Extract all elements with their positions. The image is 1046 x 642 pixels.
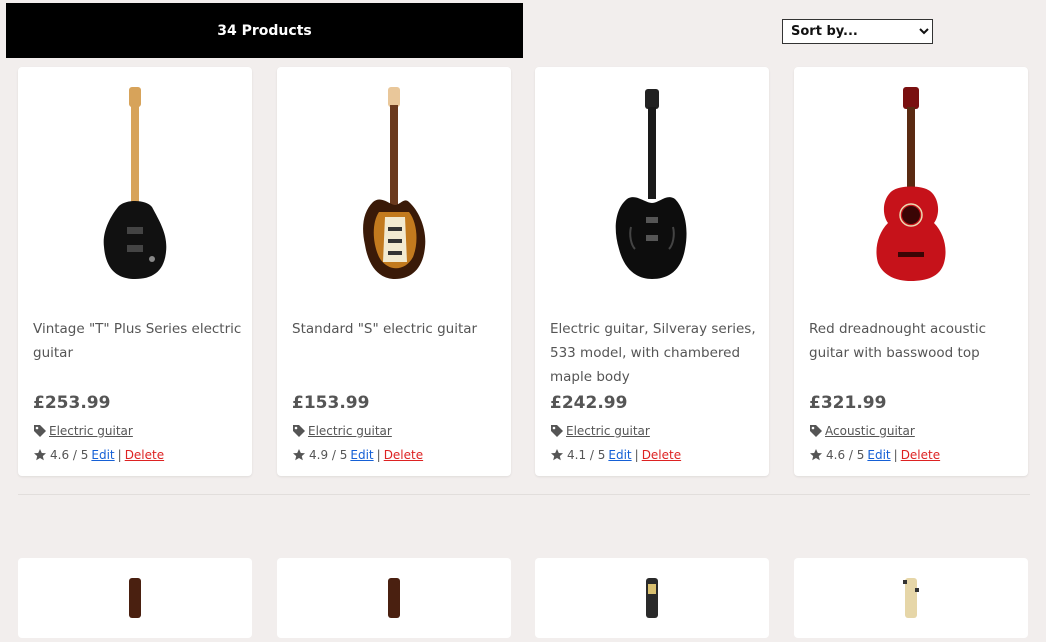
product-card-partial[interactable]	[277, 558, 511, 638]
delete-link[interactable]: Delete	[384, 448, 423, 462]
star-icon	[34, 449, 46, 461]
product-meta: 4.9 / 5 Edit | Delete	[292, 448, 423, 462]
category-link[interactable]: Acoustic guitar	[825, 424, 915, 438]
product-image-strat-guitar[interactable]	[277, 77, 511, 291]
tag-icon	[551, 425, 563, 437]
product-card-partial[interactable]	[18, 558, 252, 638]
product-title[interactable]: Vintage "T" Plus Series electric guitar	[33, 317, 243, 365]
product-category: Electric guitar	[550, 424, 650, 438]
product-card[interactable]: Standard "S" electric guitar £153.99 Ele…	[277, 67, 511, 476]
product-meta: 4.1 / 5 Edit | Delete	[550, 448, 681, 462]
product-image-guitar-headstock[interactable]	[794, 558, 1028, 638]
edit-link[interactable]: Edit	[91, 448, 114, 462]
edit-link[interactable]: Edit	[867, 448, 890, 462]
category-link[interactable]: Electric guitar	[566, 424, 650, 438]
tag-icon	[34, 425, 46, 437]
product-price: £242.99	[550, 393, 628, 413]
star-icon	[293, 449, 305, 461]
delete-link[interactable]: Delete	[901, 448, 940, 462]
delete-link[interactable]: Delete	[642, 448, 681, 462]
product-card-partial[interactable]	[535, 558, 769, 638]
product-category: Acoustic guitar	[809, 424, 915, 438]
product-image-acoustic-guitar[interactable]	[794, 77, 1028, 291]
star-icon	[810, 449, 822, 461]
star-icon	[551, 449, 563, 461]
product-image-semihollow-guitar[interactable]	[535, 77, 769, 291]
product-image-guitar-headstock[interactable]	[535, 558, 769, 638]
separator: |	[893, 448, 898, 462]
tag-icon	[810, 425, 822, 437]
product-count-label: 34 Products	[217, 22, 312, 39]
product-image-guitar-headstock[interactable]	[18, 558, 252, 638]
tag-icon	[293, 425, 305, 437]
product-price: £253.99	[33, 393, 111, 413]
edit-link[interactable]: Edit	[608, 448, 631, 462]
product-image-tele-guitar[interactable]	[18, 77, 252, 291]
product-rating: 4.6 / 5	[50, 448, 89, 462]
product-meta: 4.6 / 5 Edit | Delete	[33, 448, 164, 462]
product-count-banner: 34 Products	[6, 3, 523, 58]
product-rating: 4.6 / 5	[826, 448, 865, 462]
separator: |	[117, 448, 122, 462]
delete-link[interactable]: Delete	[125, 448, 164, 462]
product-card[interactable]: Electric guitar, Silveray series, 533 mo…	[535, 67, 769, 476]
category-link[interactable]: Electric guitar	[308, 424, 392, 438]
product-title[interactable]: Standard "S" electric guitar	[292, 317, 502, 341]
separator: |	[376, 448, 381, 462]
product-title[interactable]: Electric guitar, Silveray series, 533 mo…	[550, 317, 760, 389]
product-category: Electric guitar	[292, 424, 392, 438]
edit-link[interactable]: Edit	[350, 448, 373, 462]
separator: |	[634, 448, 639, 462]
product-title[interactable]: Red dreadnought acoustic guitar with bas…	[809, 317, 1019, 365]
product-category: Electric guitar	[33, 424, 133, 438]
category-link[interactable]: Electric guitar	[49, 424, 133, 438]
sort-select[interactable]: Sort by...	[782, 19, 933, 44]
product-price: £153.99	[292, 393, 370, 413]
product-card-partial[interactable]	[794, 558, 1028, 638]
product-rating: 4.9 / 5	[309, 448, 348, 462]
product-card[interactable]: Vintage "T" Plus Series electric guitar …	[18, 67, 252, 476]
product-card[interactable]: Red dreadnought acoustic guitar with bas…	[794, 67, 1028, 476]
product-image-guitar-headstock[interactable]	[277, 558, 511, 638]
product-rating: 4.1 / 5	[567, 448, 606, 462]
row-divider	[18, 494, 1030, 495]
product-price: £321.99	[809, 393, 887, 413]
product-meta: 4.6 / 5 Edit | Delete	[809, 448, 940, 462]
